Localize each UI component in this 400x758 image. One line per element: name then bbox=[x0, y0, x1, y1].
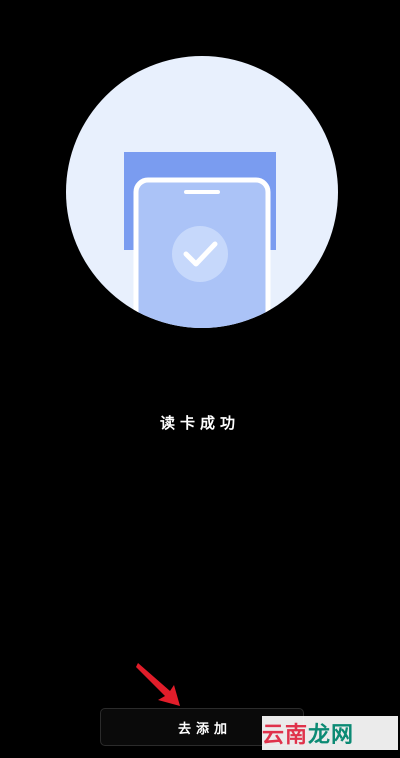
card-read-illustration bbox=[66, 56, 338, 328]
watermark-part-1: 云南 bbox=[262, 723, 309, 748]
phone-speaker bbox=[184, 190, 220, 194]
red-arrow-icon bbox=[136, 663, 180, 706]
screen: 读卡成功 去添加 云南 龙网 bbox=[0, 0, 400, 758]
watermark: 云南 龙网 bbox=[262, 716, 398, 750]
check-circle bbox=[172, 226, 228, 282]
read-card-success-text: 读卡成功 bbox=[159, 414, 240, 432]
watermark-part-2: 龙网 bbox=[308, 723, 355, 748]
